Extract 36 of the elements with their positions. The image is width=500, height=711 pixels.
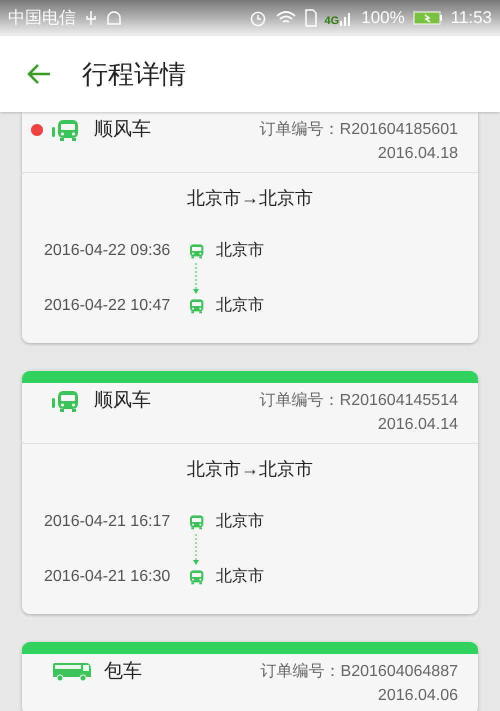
clock: 11:53 [450,7,492,30]
network-type: 4G [324,16,340,27]
page-title: 行程详情 [82,58,186,90]
sim-icon [304,9,317,27]
stop-time: 2016-04-22 10:47 [44,296,172,316]
trip-type: 顺风车 [94,118,151,142]
order-date: 2016.04.14 [378,415,458,435]
trip-card[interactable]: 顺风车 订单编号：R201604145514 2016.04.14 北京市→北京市 2016-04-21 16:17 北京市 2016-04-21 16:30 北京市 [22,371,478,614]
battery-icon [412,10,443,26]
order-number: R201604145514 [340,391,458,411]
trip-card[interactable]: 顺风车 订单编号：R201604185601 2016.04.18 北京市→北京市 2016-04-22 09:36 北京市 2016-04-22 10:47 北京市 [22,112,478,343]
order-number: R201604185601 [340,120,458,140]
order-date: 2016.04.06 [378,686,458,706]
trip-type: 包车 [104,660,142,684]
stop-place: 北京市 [216,566,264,587]
route-title: 北京市→北京市 [187,187,313,210]
stop-place: 北京市 [216,512,264,532]
stop-time: 2016-04-21 16:17 [44,512,172,532]
stop-time: 2016-04-22 09:36 [44,241,172,261]
order-number-label: 订单编号： [260,120,340,140]
trip-type: 顺风车 [94,388,151,413]
order-number: B201604064887 [340,662,458,682]
connector-line [192,262,200,295]
alarm-icon [248,9,267,27]
battery-percent: 100% [361,7,405,30]
stop-place: 北京市 [216,240,264,261]
order-number-label: 订单编号： [260,390,340,411]
stop-time: 2016-04-21 16:30 [44,567,172,587]
order-number-label: 订单编号： [260,662,341,682]
bus-icon [52,662,92,682]
connector-line [192,533,200,566]
carrier-name: 中国电信 [8,7,76,30]
order-date: 2016.04.18 [378,144,458,164]
trip-card[interactable]: 包车 订单编号：B201604064887 2016.04.06 [22,642,478,711]
stop-place: 北京市 [216,296,264,316]
route-title: 北京市→北京市 [187,458,313,481]
